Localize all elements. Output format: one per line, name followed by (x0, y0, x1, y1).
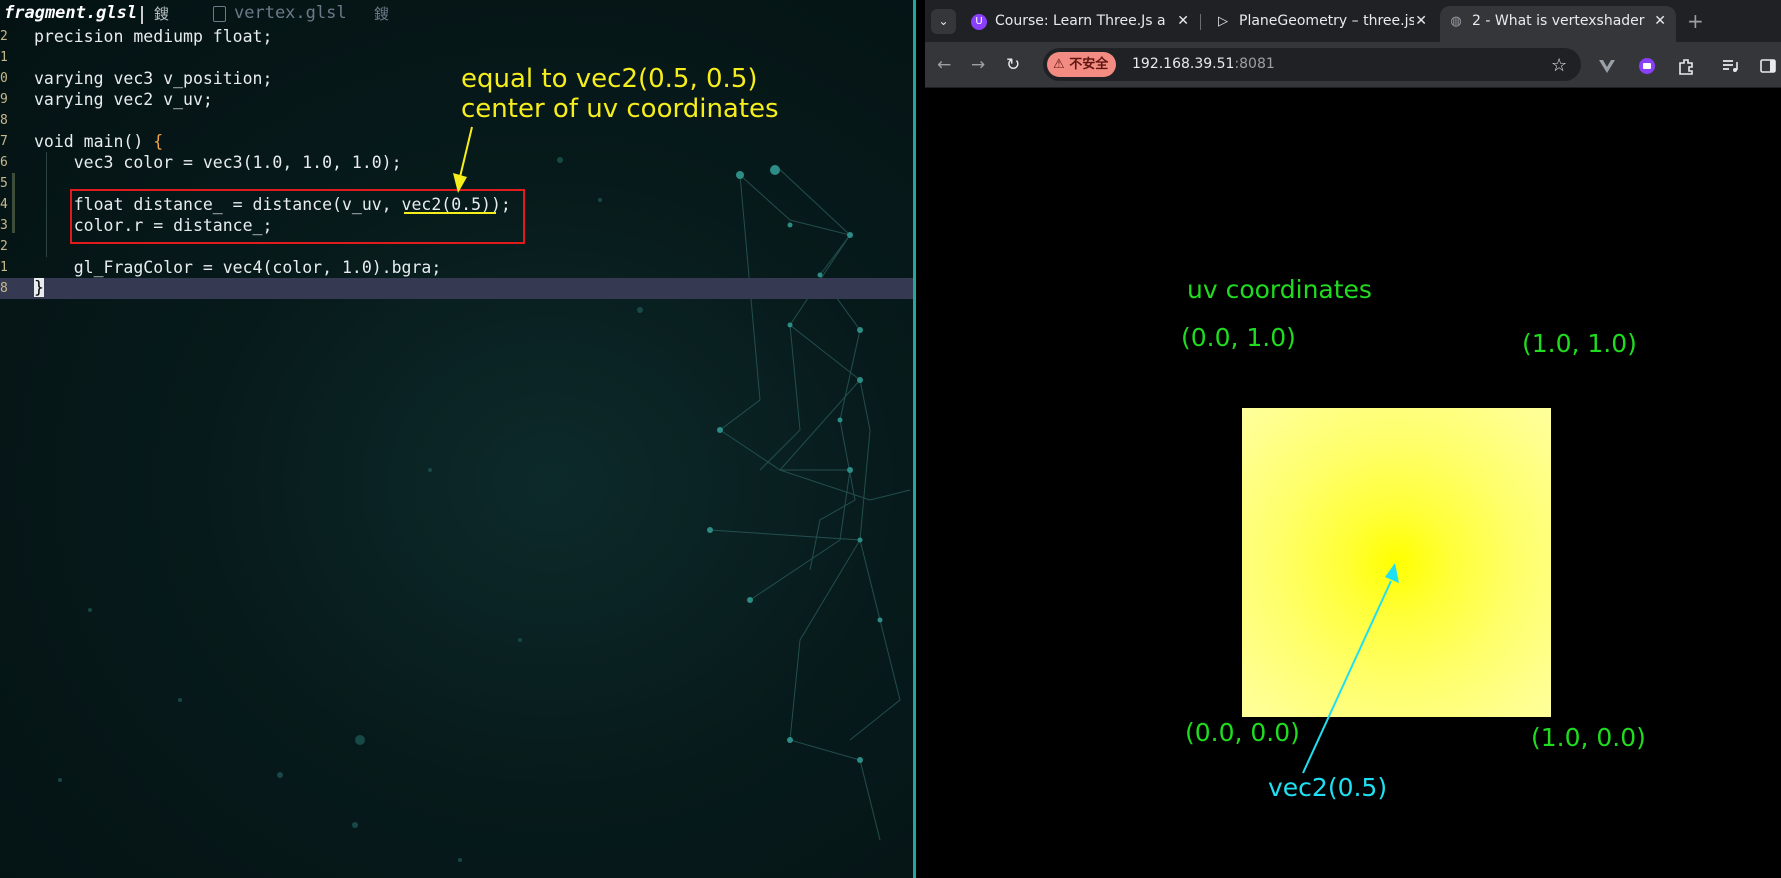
modified-indicator: 鎪 (154, 5, 170, 23)
center-arrow (1302, 563, 1399, 774)
close-icon[interactable]: ✕ (1177, 6, 1189, 36)
side-panel-icon[interactable] (1759, 57, 1777, 75)
indent-guide (46, 152, 47, 257)
highlight-box (70, 189, 525, 244)
back-icon[interactable]: ← (937, 55, 951, 75)
line-number: 2 (0, 239, 8, 254)
tab-search-button[interactable]: ⌄ (931, 9, 956, 34)
annotation-arrow (453, 126, 473, 193)
url-text: 192.168.39.51:8081 (1132, 48, 1275, 81)
line-number: 0 (0, 71, 8, 86)
vue-devtools-icon[interactable] (1598, 57, 1616, 75)
annotation-line-2: center of uv coordinates (461, 94, 779, 124)
close-icon[interactable]: ✕ (1654, 6, 1666, 36)
line-number: 1 (0, 260, 8, 275)
browser-tab-planegeometry[interactable]: ▷ PlaneGeometry – three.js ✕ (1207, 6, 1437, 42)
code-text-fragment: void main() (34, 132, 154, 151)
browser-tab-label: Course: Learn Three.Js a (995, 13, 1166, 29)
line-number: 2 (0, 29, 8, 44)
label-top-left: (0.0, 1.0) (1181, 323, 1296, 352)
security-chip[interactable]: ⚠ 不安全 (1047, 52, 1117, 77)
page-viewport: uv coordinates (0.0, 1.0) (1.0, 1.0) (0.… (925, 88, 1781, 878)
browser-tab-vertexshader[interactable]: ◍ 2 - What is vertexshader ✕ (1440, 6, 1676, 42)
code-text: varying vec2 v_uv; (34, 90, 213, 109)
current-line: 8} (0, 278, 913, 299)
code-text: } (34, 278, 44, 299)
threejs-favicon-icon: ▷ (1218, 14, 1228, 29)
label-top-right: (1.0, 1.0) (1522, 329, 1637, 358)
modified-indicator: 鎪 (374, 5, 390, 23)
browser-tab-label: PlaneGeometry – three.js (1239, 13, 1414, 29)
code-line: 0 varying vec3 v_position; (0, 68, 913, 89)
line-number: 8 (0, 281, 8, 296)
url-port: :8081 (1234, 56, 1275, 72)
annotation-line-1: equal to vec2(0.5, 0.5) (461, 64, 758, 94)
open-brace: { (153, 132, 164, 151)
code-line: 1 gl_FragColor = vec4(color, 1.0).bgra; (0, 257, 913, 278)
line-number: 6 (0, 155, 8, 170)
tab-cursor (141, 6, 143, 24)
file-icon (213, 6, 226, 22)
label-bottom-left: (0.0, 0.0) (1185, 718, 1300, 747)
code-text: precision mediump float; (34, 27, 273, 46)
code-line: 2 precision mediump float; (0, 26, 913, 47)
code-text: varying vec3 v_position; (34, 69, 273, 88)
git-change-marker (12, 173, 15, 233)
globe-icon: ◍ (1450, 14, 1462, 29)
pane-gap (916, 0, 925, 878)
line-number: 8 (0, 113, 8, 128)
code-text: vec3 color = vec3(1.0, 1.0, 1.0); (34, 153, 402, 172)
browser-tab-label: 2 - What is vertexshader (1472, 13, 1645, 29)
extension-purple-icon[interactable] (1638, 57, 1656, 75)
forward-icon[interactable]: → (971, 55, 985, 75)
address-bar[interactable]: ⚠ 不安全 192.168.39.51:8081 (1043, 48, 1581, 81)
scene-title: uv coordinates (1187, 275, 1372, 304)
code-text: gl_FragColor = vec4(color, 1.0).bgra; (34, 258, 442, 277)
line-number: 9 (0, 92, 8, 107)
warning-icon: ⚠ (1053, 57, 1070, 72)
browser-tabstrip: ⌄ U Course: Learn Three.Js a ✕ ▷ PlaneGe… (925, 0, 1781, 42)
code-line: 1 (0, 47, 913, 68)
editor-tabline: fragment.glsl 鎪 vertex.glsl 鎪 (0, 0, 913, 28)
browser-toolbar: ← → ↻ ⚠ 不安全 192.168.39.51:8081 ☆ (925, 42, 1781, 88)
vec2-underline (404, 212, 496, 214)
udemy-favicon-icon: U (971, 14, 987, 30)
extensions-puzzle-icon[interactable] (1677, 57, 1695, 75)
line-number: 7 (0, 134, 8, 149)
security-label: 不安全 (1069, 57, 1109, 72)
media-queue-icon[interactable] (1721, 57, 1739, 75)
center-label: vec2(0.5) (1268, 773, 1388, 802)
code-editor[interactable]: fragment.glsl 鎪 vertex.glsl 鎪 2 precision… (0, 0, 917, 878)
bookmark-star-icon[interactable]: ☆ (1551, 55, 1567, 76)
text-cursor: } (34, 278, 44, 297)
line-number: 1 (0, 50, 8, 65)
label-bottom-right: (1.0, 0.0) (1531, 723, 1646, 752)
close-icon[interactable]: ✕ (1415, 6, 1427, 36)
tab-fragment-glsl[interactable]: fragment.glsl (4, 3, 137, 23)
url-host: 192.168.39.51 (1132, 56, 1235, 72)
reload-icon[interactable]: ↻ (1006, 55, 1020, 75)
tab-vertex-glsl[interactable]: vertex.glsl (234, 3, 347, 23)
browser-window: ⌄ U Course: Learn Three.Js a ✕ ▷ PlaneGe… (925, 0, 1781, 878)
tab-separator (1200, 14, 1201, 30)
browser-tab-course[interactable]: U Course: Learn Three.Js a ✕ (963, 6, 1199, 42)
new-tab-button[interactable]: + (1687, 9, 1704, 33)
code-text: void main() { (34, 131, 163, 152)
